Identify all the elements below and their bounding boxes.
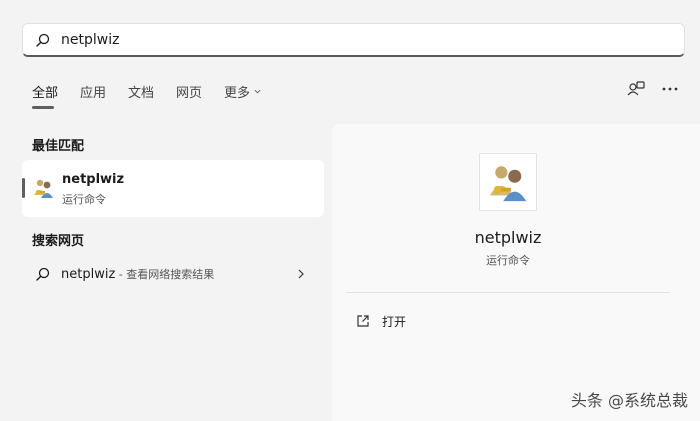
search-input[interactable]: netplwiz <box>22 23 685 57</box>
selection-indicator <box>22 178 25 198</box>
tab-documents[interactable]: 文档 <box>128 82 154 101</box>
tab-more[interactable]: 更多 <box>224 82 261 101</box>
tab-all[interactable]: 全部 <box>32 82 58 101</box>
web-search-query-text: netplwiz <box>61 267 116 282</box>
detail-app-type: 运行命令 <box>486 254 530 267</box>
open-external-icon <box>357 315 369 327</box>
chevron-down-icon <box>254 89 261 94</box>
divider <box>346 292 670 293</box>
open-action-label: 打开 <box>382 315 407 329</box>
search-icon <box>36 267 50 281</box>
account-switch-icon[interactable] <box>626 79 646 99</box>
more-options-icon[interactable] <box>660 79 680 99</box>
active-tab-indicator <box>32 106 54 109</box>
watermark: 头条 @系统总裁 <box>570 391 688 410</box>
search-web-heading: 搜索网页 <box>32 234 85 249</box>
tab-more-label: 更多 <box>224 86 251 101</box>
web-search-query: netplwiz - 查看网络搜索结果 <box>61 266 214 282</box>
search-input-value: netplwiz <box>61 32 120 48</box>
web-search-result[interactable]: netplwiz - 查看网络搜索结果 <box>22 260 324 288</box>
tab-web[interactable]: 网页 <box>176 82 202 101</box>
search-icon <box>36 33 50 47</box>
best-match-title: netplwiz <box>62 172 125 187</box>
user-accounts-icon <box>489 166 527 202</box>
app-icon-frame <box>479 153 537 211</box>
best-match-heading: 最佳匹配 <box>32 139 85 154</box>
detail-panel: netplwiz 运行命令 打开 <box>332 124 700 421</box>
chevron-right-icon[interactable] <box>297 269 305 279</box>
detail-app-name: netplwiz <box>474 228 542 247</box>
best-match-subtitle: 运行命令 <box>62 193 106 206</box>
user-accounts-icon <box>34 179 53 198</box>
tab-apps[interactable]: 应用 <box>80 82 106 101</box>
best-match-item[interactable]: netplwiz 运行命令 <box>22 160 324 217</box>
web-search-hint: - 查看网络搜索结果 <box>115 268 215 281</box>
